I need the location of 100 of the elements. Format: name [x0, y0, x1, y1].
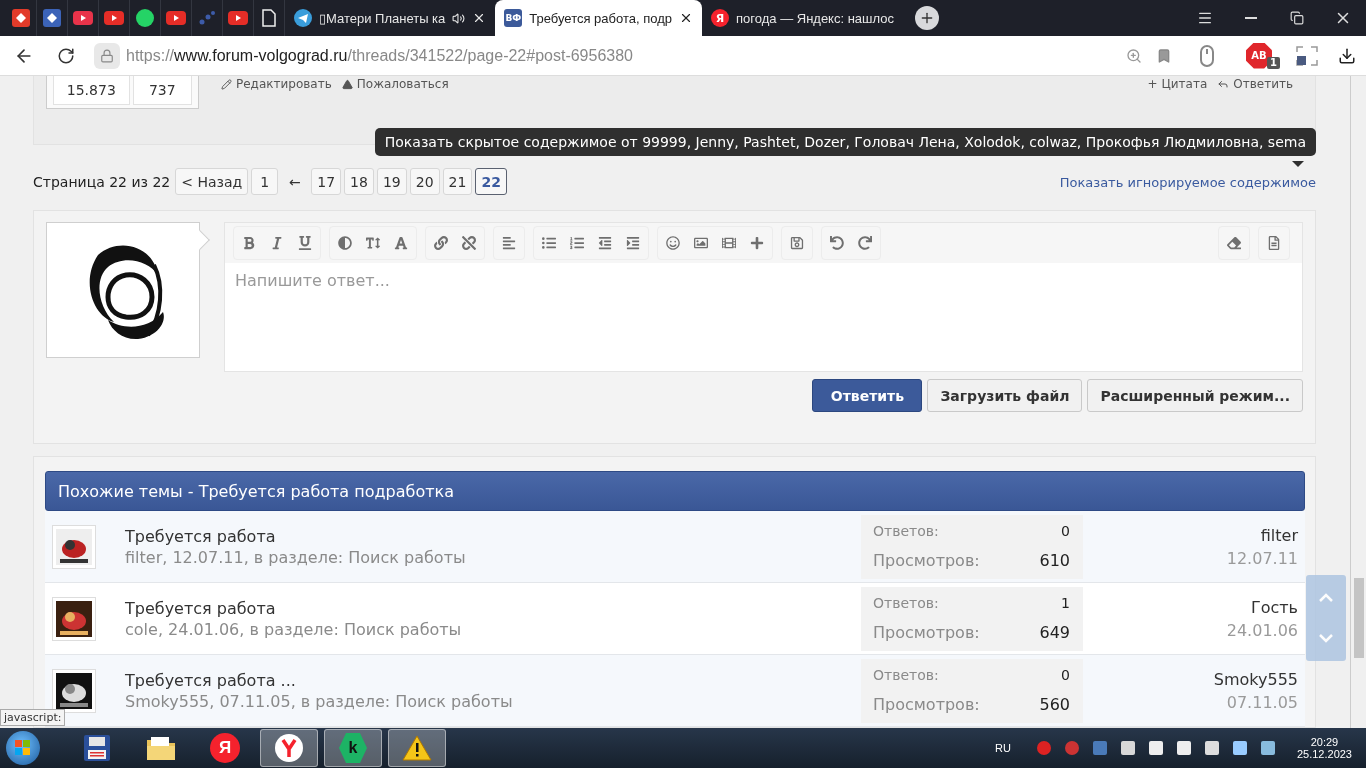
edit-link[interactable]: Редактировать	[221, 77, 332, 91]
adblock-icon[interactable]: AB	[1246, 42, 1272, 69]
stat-label: Просмотров:	[873, 551, 981, 571]
stat-value: 1	[1060, 594, 1070, 611]
browser-icon: Я	[210, 733, 240, 763]
tray-icon[interactable]	[1260, 741, 1275, 755]
font-icon	[394, 236, 408, 251]
browser-tab[interactable]: ▯Матери Планеты ка	[285, 0, 496, 36]
page-link[interactable]: 21	[442, 168, 473, 196]
document-icon	[1267, 236, 1281, 251]
bookmark-icon[interactable]	[1156, 47, 1172, 64]
clock[interactable]: 20:29 25.12.2023	[1296, 736, 1352, 760]
film-icon	[722, 236, 736, 251]
play-icon	[73, 11, 93, 25]
thread-meta: Smoky555, 07.11.05, в разделе: Поиск работы	[125, 691, 514, 711]
report-link[interactable]: Пожаловаться	[341, 77, 449, 91]
underline-icon	[298, 236, 312, 251]
language-indicator[interactable]: RU	[995, 742, 1011, 754]
thread-title-link[interactable]: Требуется работа	[125, 526, 861, 546]
thread-title-link[interactable]: Требуется работа ...	[125, 670, 861, 690]
app-icon	[12, 9, 30, 27]
play-icon	[166, 11, 186, 25]
plus-icon	[919, 10, 935, 26]
user-link[interactable]: Smoky555	[1213, 669, 1298, 689]
taskbar-app[interactable]: Я	[196, 729, 254, 767]
tab-title: погода — Яндекс: нашлос	[736, 10, 894, 26]
user-link[interactable]: filter	[1260, 525, 1298, 545]
browser-icon	[274, 733, 304, 763]
link-icon	[434, 236, 448, 251]
stat-value: 0	[1060, 522, 1070, 539]
warning-icon	[402, 735, 432, 761]
page-link[interactable]: 1	[251, 168, 279, 196]
paper-plane-icon	[294, 9, 312, 27]
tray-icon[interactable]	[1204, 741, 1219, 755]
plus-icon	[750, 236, 764, 251]
bold-icon	[242, 236, 256, 251]
pencil-icon	[221, 78, 232, 90]
scrollbar-thumb[interactable]	[1353, 578, 1364, 658]
reload-icon	[57, 46, 75, 65]
address-field[interactable]: https://www.forum-volgograd.ru/threads/341522/page-22#post-6956380	[126, 46, 1112, 65]
download-icon[interactable]	[1338, 46, 1356, 65]
status-tooltip: javascript:	[0, 709, 66, 726]
page-link[interactable]: 19	[376, 168, 407, 196]
page-link[interactable]: 20	[409, 168, 440, 196]
mouse-icon[interactable]	[1200, 44, 1214, 67]
stat-value: 15.873	[53, 76, 130, 105]
taskbar-app[interactable]	[260, 729, 318, 767]
unlink-icon	[462, 236, 476, 251]
site-icon: ВФ	[504, 9, 523, 27]
tray-icon[interactable]	[1120, 741, 1135, 755]
taskbar-app[interactable]: k	[324, 729, 382, 767]
reply-button[interactable]: Ответить	[812, 379, 923, 413]
numbered-list-icon	[570, 236, 584, 251]
tray-icon[interactable]	[1148, 741, 1163, 755]
play-icon	[228, 11, 248, 25]
browser-tab[interactable]: ВФ Требуется работа, подр	[495, 0, 703, 36]
align-left-icon	[502, 236, 516, 251]
user-link[interactable]: Гость	[1250, 597, 1298, 617]
document-icon	[262, 9, 276, 27]
page-link[interactable]: < Назад	[175, 168, 249, 196]
site-icon: Я	[711, 9, 730, 27]
page-link[interactable]: 17	[311, 168, 342, 196]
restore-icon	[1290, 11, 1304, 25]
indent-icon	[626, 236, 640, 251]
stat-value: 649	[1039, 623, 1070, 643]
stat-label: Просмотров:	[873, 695, 981, 715]
new-tab-button[interactable]	[915, 6, 939, 30]
page-link[interactable]: 18	[344, 168, 374, 196]
warning-icon	[341, 78, 353, 90]
dots-icon	[198, 10, 216, 26]
tab-title: Требуется работа, подр	[529, 10, 673, 26]
post-date: 07.11.05	[1226, 692, 1298, 712]
advanced-button[interactable]: Расширенный режим...	[1087, 379, 1303, 413]
post-date: 24.01.06	[1226, 620, 1298, 640]
zoom-icon[interactable]	[1126, 47, 1142, 64]
undo-icon	[830, 236, 844, 251]
thread-meta: cole, 24.01.06, в разделе: Поиск работы	[125, 619, 463, 639]
reply-link[interactable]: Ответить	[1217, 77, 1293, 91]
browser-tab[interactable]: Я погода — Яндекс: нашлос	[702, 0, 903, 36]
show-ignored-link[interactable]: Показать игнорируемое содержимое	[1059, 175, 1316, 191]
thread-title-link[interactable]: Требуется работа	[125, 598, 861, 618]
tray-icon[interactable]	[1176, 741, 1191, 755]
shield-icon: k	[339, 733, 367, 763]
quote-link[interactable]: + Цитата	[1147, 77, 1208, 91]
stat-value: 0	[1060, 666, 1070, 683]
start-button[interactable]	[6, 731, 40, 765]
windows-flag-icon	[15, 740, 31, 756]
stat-label: Просмотров:	[873, 623, 981, 643]
eraser-icon	[1227, 236, 1241, 251]
tooltip: Показать скрытое содержимое от 99999, Jenny, Pashtet, Dozer, Головач Лена, Xolodok, colwaz, Прокофья Людмиловна, sema	[374, 127, 1316, 156]
stat-value: 560	[1039, 695, 1070, 715]
screenshot-icon[interactable]	[1296, 45, 1318, 66]
contrast-icon	[338, 236, 352, 251]
upload-button[interactable]: Загрузить файл	[927, 379, 1083, 413]
thread-meta: filter, 12.07.11, в разделе: Поиск работы	[125, 547, 467, 567]
folder-icon	[146, 735, 176, 761]
page-link[interactable]: 22	[475, 168, 507, 196]
tooltip-arrow	[1292, 160, 1304, 167]
tray-icon[interactable]	[1232, 741, 1247, 755]
outdent-icon	[598, 236, 612, 251]
